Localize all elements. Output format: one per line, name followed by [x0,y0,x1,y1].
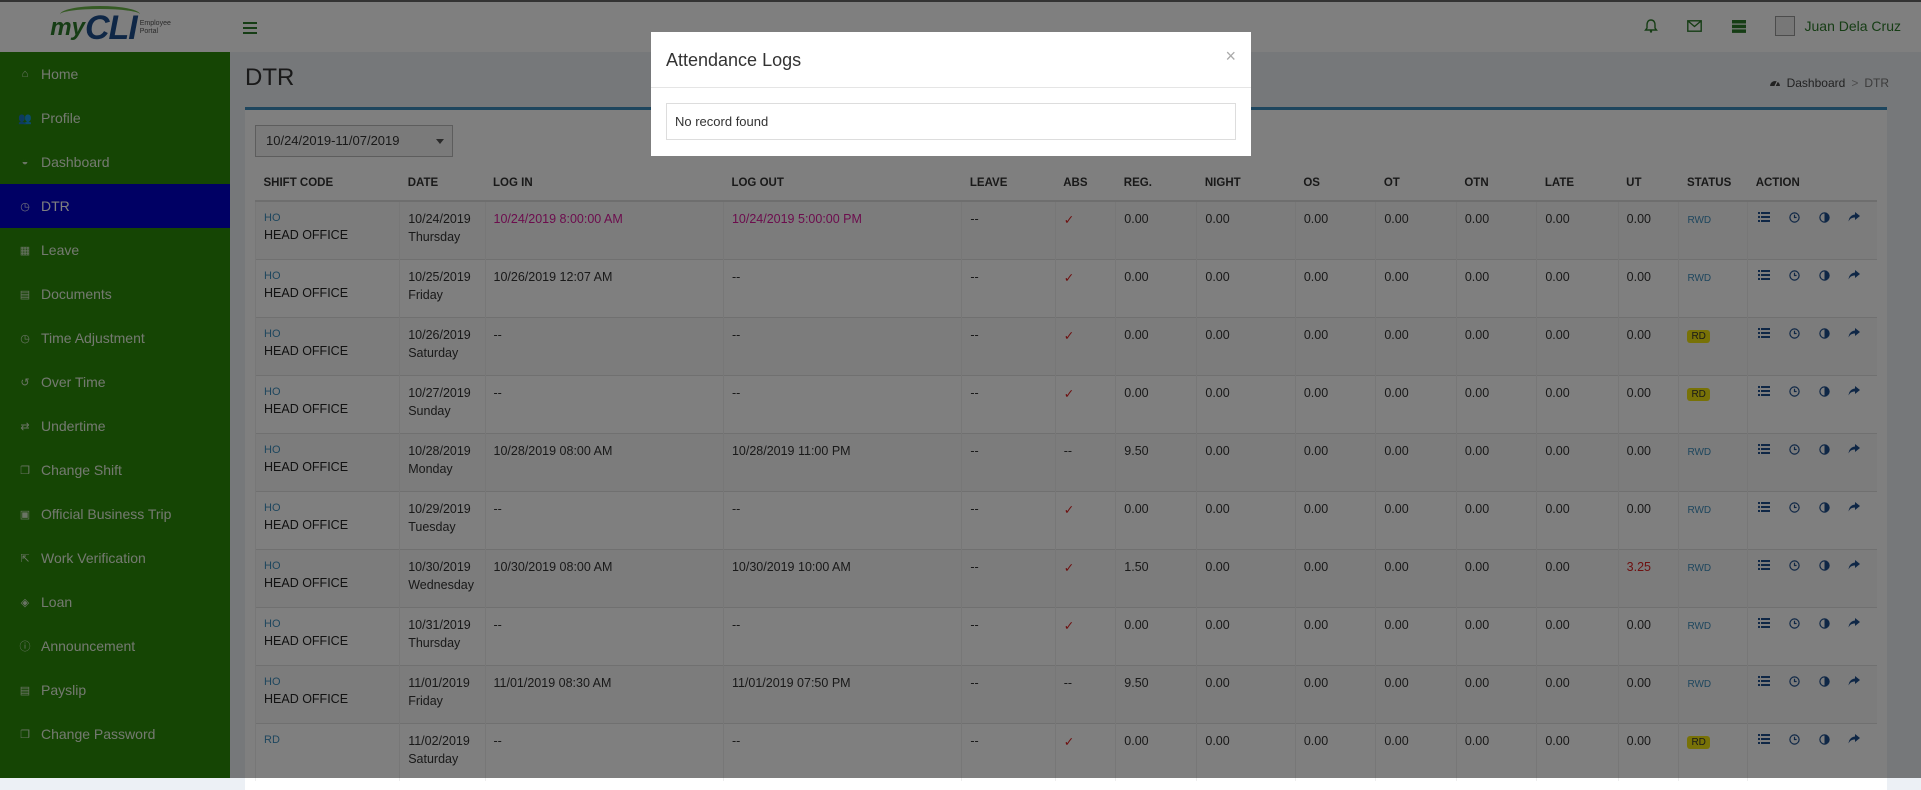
no-record-message: No record found [666,103,1236,140]
modal-title: Attendance Logs [666,50,802,70]
close-icon[interactable]: × [1225,46,1236,67]
modal-body: No record found [651,88,1251,155]
attendance-logs-modal: Attendance Logs × No record found [651,32,1251,156]
modal-header: Attendance Logs × [651,32,1251,88]
